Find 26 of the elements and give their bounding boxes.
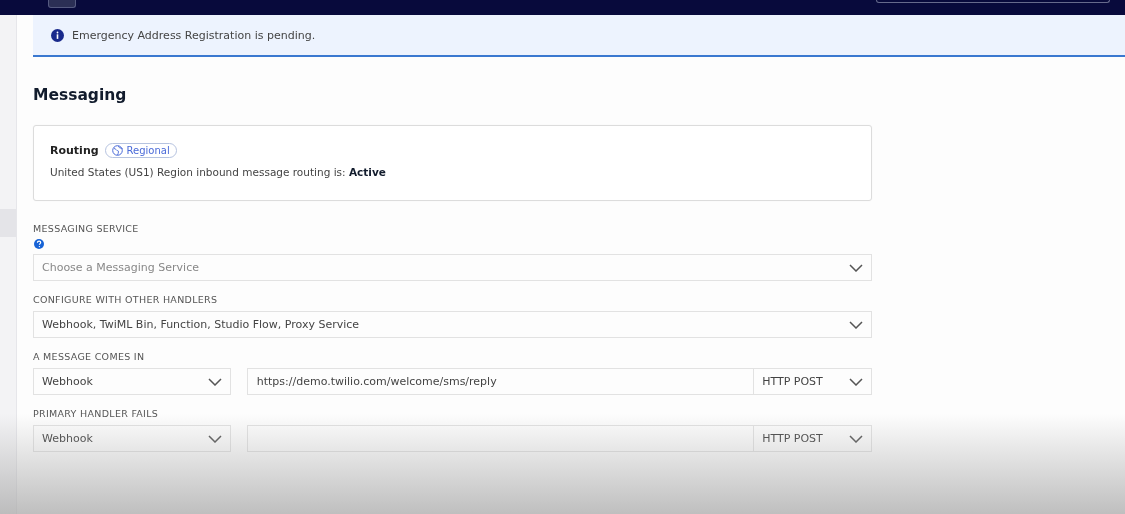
banner-text: Emergency Address Registration is pending. (72, 28, 316, 42)
routing-status-text: United States (US1) Region inbound message routing is: Active (50, 166, 387, 178)
field-label: CONFIGURE WITH OTHER HANDLERS (33, 294, 219, 306)
chevron-down-icon (849, 377, 863, 386)
chevron-down-icon (849, 434, 863, 443)
select-field[interactable]: Webhook, TwiML Bin, Function, Studio Flow, Proxy Service (33, 311, 872, 338)
method-select[interactable]: HTTP POST (753, 368, 872, 395)
url-field[interactable] (246, 425, 754, 452)
chevron-down-icon (849, 320, 863, 329)
menu-button[interactable] (48, 0, 76, 8)
chevron-down-icon (207, 434, 222, 443)
select-field[interactable]: Choose a Messaging Service (33, 254, 872, 281)
url-field[interactable]: https://demo.twilio.com/welcome/sms/reply (246, 368, 754, 395)
field-label: MESSAGING SERVICE (33, 223, 140, 235)
field-label: A MESSAGE COMES IN (33, 351, 146, 363)
globe-icon (111, 145, 123, 156)
info-icon (51, 28, 64, 42)
chevron-down-icon (207, 377, 222, 386)
handler-type-select[interactable]: Webhook (33, 368, 231, 395)
page-title: Messaging (33, 86, 128, 104)
method-select[interactable]: HTTP POST (753, 425, 872, 452)
chevron-down-icon (849, 263, 863, 272)
routing-title: Routing (50, 144, 99, 157)
help-icon[interactable] (34, 239, 44, 249)
field-label: PRIMARY HANDLER FAILS (33, 408, 160, 420)
handler-type-select[interactable]: Webhook (33, 425, 231, 452)
